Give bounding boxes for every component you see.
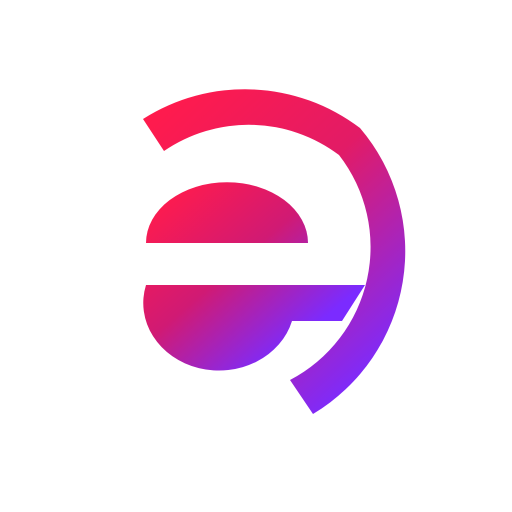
logo-upper-dome xyxy=(146,182,308,243)
logo-canvas xyxy=(0,0,512,512)
logo-outer-ring xyxy=(143,89,406,414)
e-swirl-logo-icon xyxy=(143,89,406,414)
